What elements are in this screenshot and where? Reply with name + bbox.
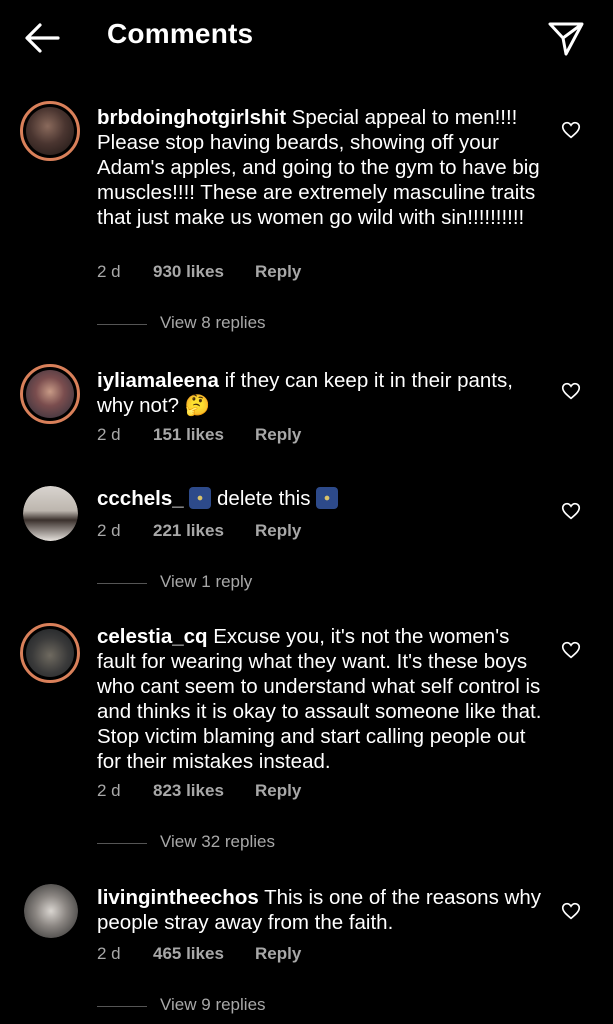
comment-username[interactable]: brbdoinghotgirlshit — [97, 106, 286, 129]
avatar[interactable] — [20, 101, 80, 161]
divider-line — [97, 583, 147, 584]
arrow-left-icon[interactable] — [22, 20, 62, 56]
header-bar: Comments — [0, 0, 613, 75]
comment-username[interactable]: ccchels_ — [97, 487, 184, 510]
comment-username[interactable]: celestia_cq — [97, 625, 208, 648]
comment-likes[interactable]: 930 likes — [153, 262, 224, 282]
reply-button[interactable]: Reply — [255, 521, 301, 541]
sparkle-night-emoji — [316, 487, 339, 509]
reply-button[interactable]: Reply — [255, 425, 301, 445]
comment-text: delete this — [217, 487, 311, 510]
divider-line — [97, 1006, 147, 1007]
comment-likes[interactable]: 151 likes — [153, 425, 224, 445]
reply-button[interactable]: Reply — [255, 781, 301, 801]
divider-line — [97, 324, 147, 325]
avatar[interactable] — [24, 884, 78, 938]
paper-plane-icon[interactable] — [546, 18, 586, 58]
thinking-face-emoji: 🤔 — [184, 394, 211, 417]
avatar[interactable] — [23, 486, 78, 541]
reply-button[interactable]: Reply — [255, 944, 301, 964]
avatar[interactable] — [20, 364, 80, 424]
comment-likes[interactable]: 221 likes — [153, 521, 224, 541]
comment-time: 2 d — [97, 262, 121, 281]
sparkle-night-emoji — [189, 487, 212, 509]
comment-time: 2 d — [97, 425, 121, 444]
reply-button[interactable]: Reply — [255, 262, 301, 282]
comment-likes[interactable]: 465 likes — [153, 944, 224, 964]
comment-time: 2 d — [97, 781, 121, 800]
avatar[interactable] — [20, 623, 80, 683]
heart-icon[interactable] — [560, 900, 582, 922]
heart-icon[interactable] — [560, 119, 582, 141]
comment-likes[interactable]: 823 likes — [153, 781, 224, 801]
comment-time: 2 d — [97, 944, 121, 963]
page-title: Comments — [107, 18, 254, 49]
heart-icon[interactable] — [560, 639, 582, 661]
comment-time: 2 d — [97, 521, 121, 540]
divider-line — [97, 843, 147, 844]
heart-icon[interactable] — [560, 500, 582, 522]
heart-icon[interactable] — [560, 380, 582, 402]
comment-username[interactable]: livingintheechos — [97, 886, 259, 909]
comment-username[interactable]: iyliamaleena — [97, 369, 219, 392]
